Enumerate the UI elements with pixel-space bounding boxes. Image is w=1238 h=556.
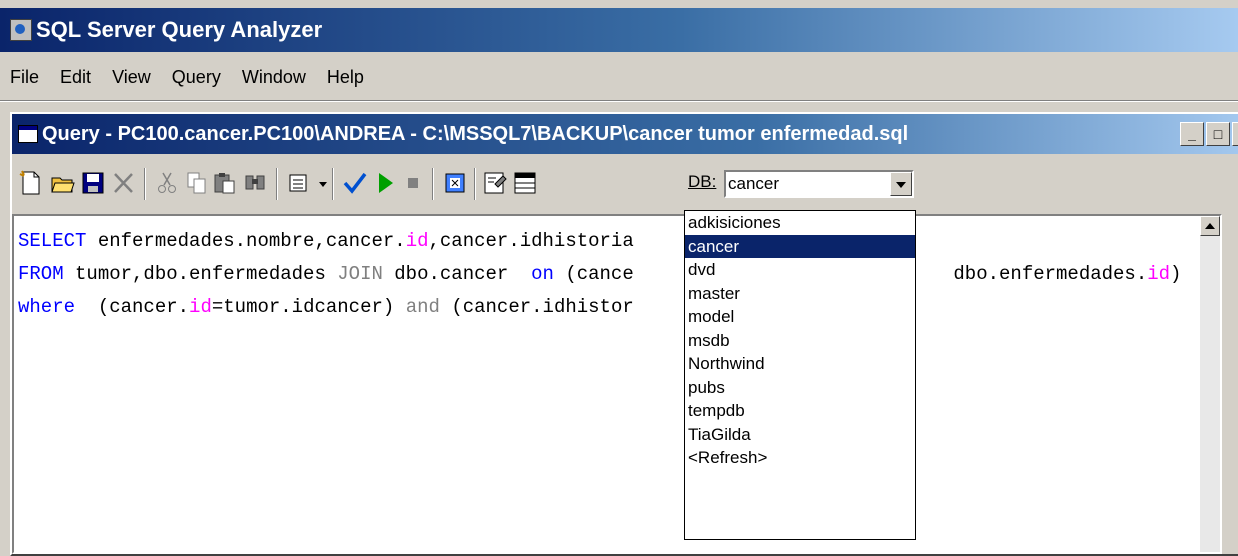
code-line-3: where (cancer.id=tumor.idcancer) and (ca… [18, 296, 634, 318]
query-editor[interactable]: SELECT enfermedades.nombre,cancer.id,can… [12, 214, 1222, 554]
db-option-master[interactable]: master [685, 282, 915, 306]
results-mode-dropdown-icon[interactable] [310, 170, 327, 196]
paste-icon[interactable] [212, 170, 238, 196]
menu-help[interactable]: Help [327, 67, 364, 87]
toolbar-separator [332, 168, 334, 200]
menu-file[interactable]: File [10, 67, 39, 87]
toolbar-separator [276, 168, 278, 200]
db-option-tempdb[interactable]: tempdb [685, 399, 915, 423]
query-window-title: Query - PC100.cancer.PC100\ANDREA - C:\M… [42, 123, 909, 145]
db-option-refresh[interactable]: <Refresh> [685, 446, 915, 470]
menu-window[interactable]: Window [242, 67, 306, 87]
app-title-bar[interactable]: SQL Server Query Analyzer [0, 8, 1238, 52]
show-plan-icon[interactable] [442, 170, 468, 196]
query-document-icon[interactable] [18, 125, 38, 143]
code-line-1: SELECT enfermedades.nombre,cancer.id,can… [18, 230, 634, 252]
results-mode-icon[interactable] [286, 170, 312, 196]
results-pane-icon[interactable] [512, 170, 538, 196]
database-dropdown-list: adkisiciones cancer dvd master model msd… [684, 210, 916, 540]
db-option-adkisiciones[interactable]: adkisiciones [685, 211, 915, 235]
db-option-tiagilda[interactable]: TiaGilda [685, 423, 915, 447]
restore-button[interactable]: □ [1206, 122, 1230, 146]
db-option-model[interactable]: model [685, 305, 915, 329]
query-window: Query - PC100.cancer.PC100\ANDREA - C:\M… [10, 112, 1238, 556]
new-query-icon[interactable] [18, 170, 44, 196]
scroll-up-icon[interactable] [1200, 216, 1220, 236]
query-analyzer-app-icon[interactable] [10, 19, 32, 41]
cancel-query-icon[interactable] [400, 170, 426, 196]
object-properties-icon[interactable] [482, 170, 508, 196]
cut-icon[interactable] [154, 170, 180, 196]
db-option-northwind[interactable]: Northwind [685, 352, 915, 376]
close-button[interactable]: X [1232, 122, 1238, 146]
clear-window-icon[interactable] [110, 170, 136, 196]
toolbar-separator [144, 168, 146, 200]
chevron-down-icon[interactable] [890, 172, 912, 196]
vertical-scrollbar[interactable] [1200, 216, 1220, 552]
open-file-icon[interactable] [50, 170, 76, 196]
db-option-msdb[interactable]: msdb [685, 329, 915, 353]
code-line-2: FROM tumor,dbo.enfermedades JOIN dbo.can… [18, 263, 634, 285]
menu-bar: File Edit View Query Window Help [0, 60, 1238, 94]
menu-divider [0, 100, 1238, 102]
parse-query-icon[interactable] [342, 170, 368, 196]
code-line-2-tail: dbo.enfermedades.id) [942, 263, 1182, 285]
minimize-button[interactable]: _ [1180, 122, 1204, 146]
window-controls: _ □ X [1180, 122, 1238, 146]
menu-view[interactable]: View [112, 67, 151, 87]
app-title: SQL Server Query Analyzer [36, 17, 323, 42]
save-icon[interactable] [80, 170, 106, 196]
db-option-pubs[interactable]: pubs [685, 376, 915, 400]
toolbar-separator [432, 168, 434, 200]
db-option-dvd[interactable]: dvd [685, 258, 915, 282]
toolbar: DB: cancer [12, 160, 1238, 208]
db-option-cancer[interactable]: cancer [685, 234, 915, 258]
database-select[interactable]: cancer [724, 170, 914, 198]
copy-icon[interactable] [184, 170, 210, 196]
execute-query-icon[interactable] [372, 170, 398, 196]
menu-edit[interactable]: Edit [60, 67, 91, 87]
menu-query[interactable]: Query [172, 67, 221, 87]
toolbar-separator [474, 168, 476, 200]
query-window-title-bar[interactable]: Query - PC100.cancer.PC100\ANDREA - C:\M… [12, 114, 1238, 154]
database-label: DB: [688, 172, 717, 191]
find-icon[interactable] [242, 170, 268, 196]
database-select-value: cancer [728, 174, 780, 193]
